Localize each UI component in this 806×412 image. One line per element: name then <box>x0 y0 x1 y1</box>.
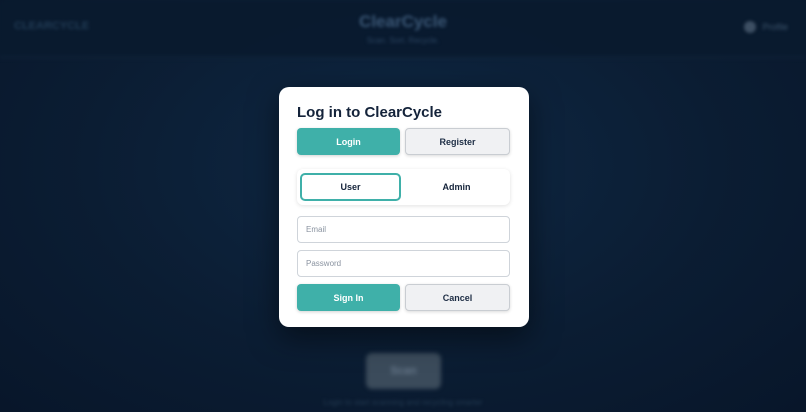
profile-button[interactable]: Profile <box>744 21 788 33</box>
app-subtitle: Scan. Sort. Recycle. <box>366 36 440 45</box>
profile-label: Profile <box>762 22 788 32</box>
tab-login[interactable]: Login <box>297 128 400 155</box>
email-field[interactable] <box>297 216 510 243</box>
tab-register[interactable]: Register <box>405 128 510 155</box>
role-selector: User Admin <box>297 169 510 205</box>
app-title: ClearCycle <box>359 12 447 31</box>
login-modal: Log in to ClearCycle Login Register User… <box>279 87 529 327</box>
role-user-option[interactable]: User <box>300 173 401 201</box>
sign-in-button[interactable]: Sign In <box>297 284 400 311</box>
password-field[interactable] <box>297 250 510 277</box>
scan-hint: Login to start scanning and recycling sm… <box>323 398 483 407</box>
avatar-icon <box>744 21 757 33</box>
scan-button[interactable]: Scan <box>366 353 441 389</box>
cancel-button[interactable]: Cancel <box>405 284 510 311</box>
role-admin-option[interactable]: Admin <box>406 173 507 201</box>
modal-title: Log in to ClearCycle <box>297 104 443 121</box>
